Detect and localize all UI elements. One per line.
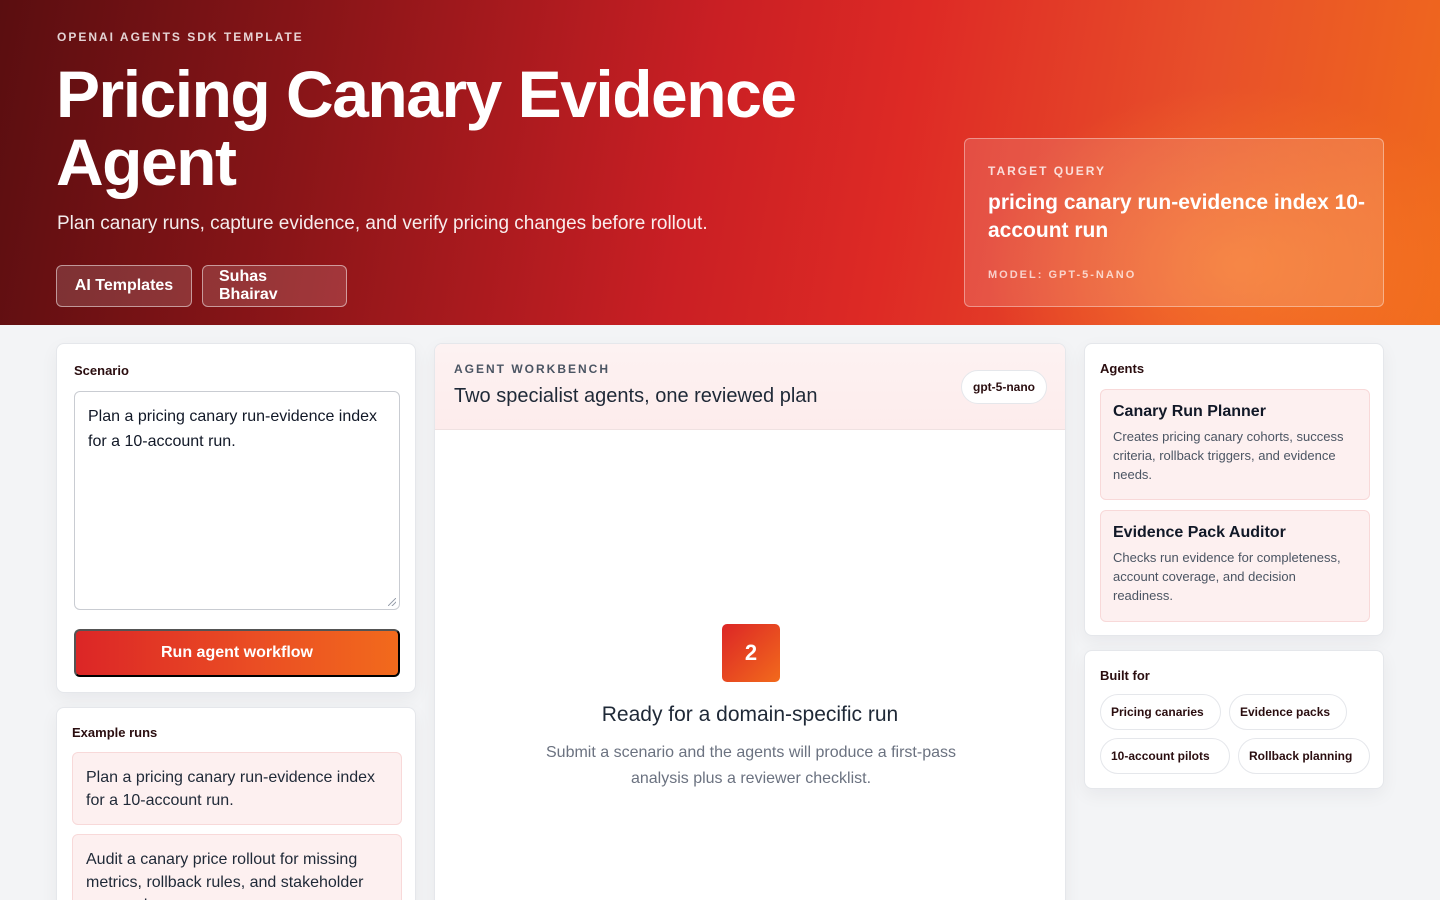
example-runs-title: Example runs [72,725,158,740]
workbench-label: AGENT WORKBENCH [454,362,610,376]
example-run-item[interactable]: Audit a canary price rollout for missing… [72,834,402,900]
workbench-header: AGENT WORKBENCH Two specialist agents, o… [435,344,1065,430]
hero-eyebrow: OPENAI AGENTS SDK TEMPLATE [57,30,304,44]
run-agent-workflow-button[interactable]: Run agent workflow [74,629,400,677]
tag-chip: Rollback planning [1238,738,1370,774]
built-for-title: Built for [1100,668,1150,683]
target-query-label: TARGET QUERY [988,164,1107,178]
ready-title: Ready for a domain-specific run [601,703,899,726]
scenario-input-value: Plan a pricing canary run-evidence index… [88,408,378,450]
agents-title: Agents [1100,361,1145,376]
agent-card: Canary Run Planner Creates pricing canar… [1100,389,1370,500]
tag-chip: 10-account pilots [1100,738,1230,774]
agent-card: Evidence Pack Auditor Checks run evidenc… [1100,510,1370,622]
scenario-title: Scenario [74,363,129,378]
resize-handle-icon[interactable] [388,598,396,606]
built-for-panel: Built for Pricing canaries Evidence pack… [1084,650,1384,789]
example-runs-panel: Example runs Plan a pricing canary run-e… [56,707,416,900]
workbench-title: Two specialist agents, one reviewed plan [454,385,818,407]
model-pill: gpt-5-nano [961,370,1047,404]
agent-name: Evidence Pack Auditor [1113,524,1286,541]
target-query-card: TARGET QUERY pricing canary run-evidence… [964,138,1384,307]
tag-chip: Pricing canaries [1100,694,1221,730]
target-model-label: MODEL: GPT-5-NANO [988,269,1137,281]
example-run-item[interactable]: Plan a pricing canary run-evidence index… [72,752,402,825]
agent-description: Checks run evidence for completeness, ac… [1113,550,1341,603]
page-title: Pricing Canary Evidence Agent [56,57,797,199]
agent-workbench-panel: AGENT WORKBENCH Two specialist agents, o… [434,343,1066,900]
tag-chip: Evidence packs [1229,694,1347,730]
page-subtitle: Plan canary runs, capture evidence, and … [57,213,708,234]
ready-description: Submit a scenario and the agents will pr… [546,744,956,787]
agent-name: Canary Run Planner [1113,403,1266,420]
hero-banner: OPENAI AGENTS SDK TEMPLATE Pricing Canar… [0,0,1440,325]
scenario-panel: Scenario Plan a pricing canary run-evide… [56,343,416,693]
target-query-text: pricing canary run-evidence index 10-acc… [988,191,1365,242]
agents-panel: Agents Canary Run Planner Creates pricin… [1084,343,1384,636]
agent-count-badge: 2 [722,624,780,682]
scenario-input[interactable]: Plan a pricing canary run-evidence index… [74,391,400,610]
author-button[interactable]: Suhas Bhairav [202,265,347,307]
ai-templates-button[interactable]: AI Templates [56,265,192,307]
agent-description: Creates pricing canary cohorts, success … [1113,429,1344,482]
